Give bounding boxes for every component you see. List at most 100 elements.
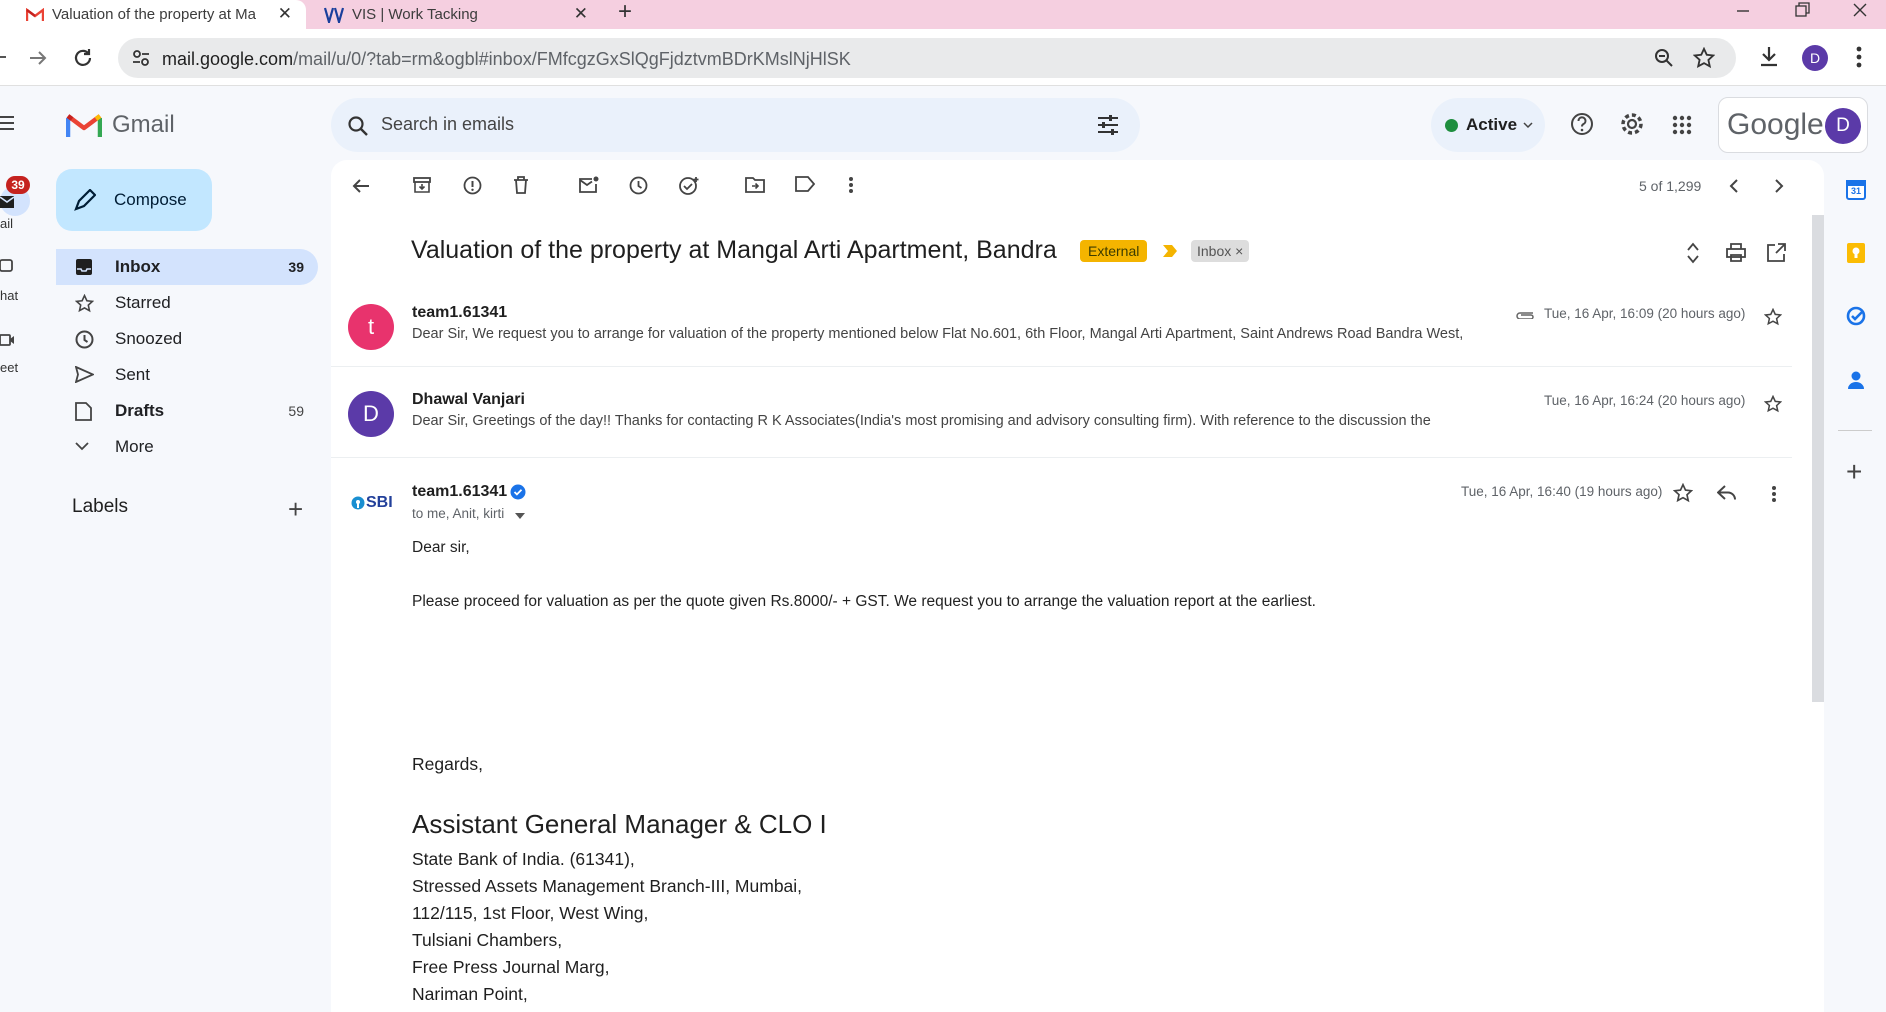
prev-thread-icon[interactable] [1729, 179, 1739, 193]
apps-grid-icon[interactable] [1672, 115, 1692, 135]
browser-tab-gmail[interactable]: Valuation of the property at Ma ✕ [0, 0, 306, 29]
browser-menu-icon[interactable] [1856, 46, 1862, 68]
archive-icon[interactable] [413, 176, 431, 194]
star-icon [75, 294, 94, 313]
star-icon[interactable] [1764, 395, 1782, 413]
reply-icon[interactable] [1717, 485, 1737, 501]
search-options-icon[interactable] [1097, 114, 1119, 136]
print-icon[interactable] [1726, 243, 1746, 262]
calendar-icon[interactable]: 31 [1846, 180, 1866, 200]
keep-icon[interactable] [1846, 242, 1866, 264]
chevron-down-icon [1523, 122, 1533, 129]
label-icon[interactable] [795, 176, 815, 192]
nav-label: Drafts [115, 401, 165, 420]
tasks-icon[interactable] [1846, 306, 1866, 326]
nav-item-starred[interactable]: Starred [56, 285, 318, 321]
rail-chat-label: hat [0, 288, 19, 303]
nav-count: 59 [288, 403, 304, 419]
collapsed-message[interactable]: D Dhawal Vanjari Dear Sir, Greetings of … [331, 367, 1792, 458]
add-label-button[interactable]: + [288, 494, 303, 525]
message-regards: Regards, [412, 754, 484, 774]
add-addon-button[interactable]: + [1846, 456, 1862, 488]
expand-all-icon[interactable] [1686, 242, 1700, 264]
tab-close-icon[interactable]: ✕ [574, 4, 588, 24]
bookmark-star-icon[interactable] [1693, 47, 1715, 69]
url-text[interactable]: mail.google.com/mail/u/0/?tab=rm&ogbl#in… [162, 49, 851, 70]
search-icon[interactable] [347, 115, 369, 137]
recipients-text: to me, Anit, kirti [412, 506, 505, 521]
inbox-icon [75, 258, 93, 276]
account-avatar[interactable]: D [1825, 108, 1861, 144]
nav-label: Starred [115, 293, 171, 312]
chat-icon[interactable] [0, 258, 14, 274]
send-icon [75, 366, 94, 383]
contacts-icon[interactable] [1847, 370, 1865, 390]
browser-profile-avatar[interactable]: D [1802, 45, 1828, 71]
forward-arrow-icon[interactable] [28, 48, 48, 68]
reload-icon[interactable] [73, 47, 95, 69]
move-to-icon[interactable] [745, 176, 765, 193]
recipients-dropdown-icon[interactable] [515, 513, 525, 519]
browser-tab-vis[interactable]: VIS | Work Tacking ✕ [312, 0, 602, 29]
compose-button[interactable]: Compose [56, 169, 212, 231]
sbi-logo-text: SBI [366, 494, 393, 511]
side-panel-rail: 31 + [1824, 160, 1886, 1012]
pencil-icon [74, 189, 96, 211]
search-input[interactable]: Search in emails [381, 114, 514, 135]
message-date: Tue, 16 Apr, 16:40 (19 hours ago) [1461, 484, 1663, 499]
message-more-icon[interactable] [1771, 485, 1777, 503]
gmail-logo[interactable]: Gmail [66, 105, 175, 145]
nav-label: More [115, 437, 154, 456]
google-account-button[interactable]: Google D [1718, 97, 1868, 153]
site-info-icon[interactable] [132, 49, 150, 67]
snooze-icon[interactable] [629, 176, 648, 195]
nav-item-snoozed[interactable]: Snoozed [56, 321, 318, 357]
minimize-icon[interactable] [1736, 4, 1750, 18]
open-new-window-icon[interactable] [1767, 243, 1786, 262]
settings-gear-icon[interactable] [1619, 111, 1645, 137]
tab-close-icon[interactable]: ✕ [278, 4, 292, 24]
more-vert-icon[interactable] [848, 176, 854, 194]
report-spam-icon[interactable] [463, 176, 482, 195]
sender-name: team1.61341 [412, 304, 508, 321]
zoom-icon[interactable] [1654, 48, 1674, 68]
sender-avatar: t [348, 304, 394, 350]
rail-divider [1838, 430, 1872, 431]
search-bar[interactable]: Search in emails [331, 98, 1140, 152]
collapsed-message[interactable]: t team1.61341 Dear Sir, We request you t… [331, 289, 1792, 367]
next-thread-icon[interactable] [1774, 179, 1784, 193]
message-snippet: Dear Sir, We request you to arrange for … [412, 326, 1464, 342]
chevron-down-icon [75, 442, 89, 451]
inbox-label-chip[interactable]: Inbox × [1191, 240, 1250, 262]
main-menu-icon[interactable] [0, 114, 16, 132]
meet-icon[interactable] [0, 332, 14, 348]
mail-unread-badge: 39 [6, 176, 30, 194]
message-body: Please proceed for valuation as per the … [412, 593, 1316, 610]
back-arrow-icon[interactable] [0, 47, 12, 67]
download-icon[interactable] [1758, 45, 1780, 67]
importance-marker-icon[interactable] [1162, 244, 1178, 258]
address-bar[interactable]: mail.google.com/mail/u/0/?tab=rm&ogbl#in… [118, 38, 1736, 78]
star-icon[interactable] [1764, 308, 1782, 326]
nav-item-more[interactable]: More [56, 429, 318, 465]
sender-name: Dhawal Vanjari [412, 391, 525, 408]
window-close-icon[interactable] [1852, 2, 1868, 18]
status-selector[interactable]: Active [1431, 98, 1545, 152]
star-icon[interactable] [1673, 483, 1693, 503]
nav-item-inbox[interactable]: Inbox 39 [56, 249, 318, 285]
delete-icon[interactable] [513, 176, 529, 194]
add-task-icon[interactable] [679, 176, 700, 195]
nav-item-sent[interactable]: Sent [56, 357, 318, 393]
mark-unread-icon[interactable] [579, 176, 599, 194]
nav-count: 39 [288, 259, 304, 275]
app-rail: ail hat eet [0, 86, 44, 1012]
signature-line: State Bank of India. (61341), [412, 849, 635, 869]
restore-icon[interactable] [1794, 2, 1810, 18]
nav-item-drafts[interactable]: Drafts 59 [56, 393, 318, 429]
help-icon[interactable] [1570, 112, 1594, 136]
back-arrow-icon[interactable] [351, 176, 371, 196]
status-label: Active [1466, 115, 1518, 134]
nav-label: Snoozed [115, 329, 183, 348]
thread-scrollbar[interactable] [1812, 215, 1824, 702]
new-tab-button[interactable]: + [618, 0, 632, 26]
